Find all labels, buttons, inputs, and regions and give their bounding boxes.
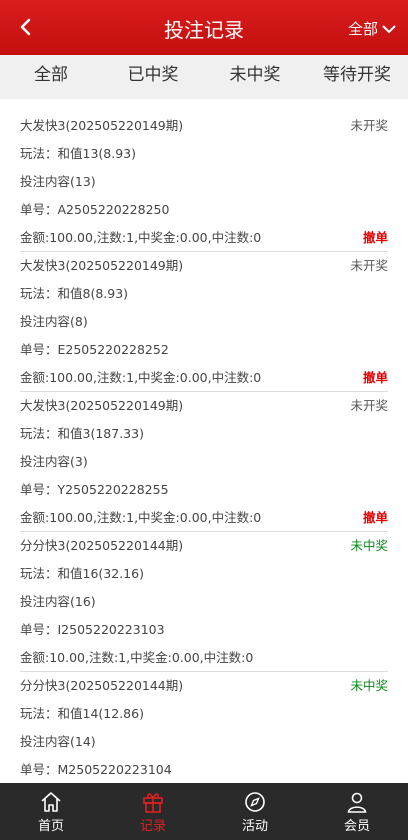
tab-won[interactable]: 已中奖 bbox=[102, 55, 204, 99]
order-number: 单号：A2505220228250 bbox=[20, 202, 170, 217]
compass-icon bbox=[245, 792, 265, 812]
game-period: 分分快3(202505220144期) bbox=[20, 678, 184, 693]
status-badge: 未中奖 bbox=[350, 678, 388, 693]
game-period: 大发快3(202505220149期) bbox=[20, 398, 184, 413]
order-number: 单号：M2505220223104 bbox=[20, 762, 172, 777]
status-badge: 未中奖 bbox=[350, 538, 388, 553]
bet-content: 投注内容(8) bbox=[20, 314, 88, 329]
bet-record[interactable]: 大发快3(202505220149期) 未开奖 玩法：和值8(8.93) 投注内容… bbox=[0, 252, 408, 392]
order-number: 单号：E2505220228252 bbox=[20, 342, 169, 357]
bet-content: 投注内容(3) bbox=[20, 454, 88, 469]
amount-summary: 金额:100.00,注数:1,中奖金:0.00,中注数:0 bbox=[20, 370, 262, 385]
bet-record[interactable]: 分分快3(202505220144期) 未中奖 玩法：和值16(32.16) 投注… bbox=[0, 532, 408, 672]
nav-records[interactable]: 记录 bbox=[102, 783, 204, 840]
bet-record[interactable]: 大发快3(202505220149期) 未开奖 玩法：和值13(8.93) 投注内… bbox=[0, 112, 408, 252]
bet-content: 投注内容(14) bbox=[20, 734, 96, 749]
chevron-down-icon bbox=[382, 24, 396, 33]
play-type: 玩法：和值16(32.16) bbox=[20, 566, 144, 581]
nav-activity[interactable]: 活动 bbox=[204, 783, 306, 840]
status-tabs: 全部 已中奖 未中奖 等待开奖 bbox=[0, 55, 408, 99]
game-period: 大发快3(202505220149期) bbox=[20, 118, 184, 133]
nav-home[interactable]: 首页 bbox=[0, 783, 102, 840]
tab-lost[interactable]: 未中奖 bbox=[204, 55, 306, 99]
bet-record[interactable]: 分分快3(202505220144期) 未中奖 玩法：和值14(12.86) 投注… bbox=[0, 672, 408, 784]
nav-member[interactable]: 会员 bbox=[306, 783, 408, 840]
nav-member-label: 会员 bbox=[343, 819, 370, 834]
header-bar: 投注记录 全部 bbox=[0, 0, 408, 55]
amount-summary: 金额:10.00,注数:1,中奖金:0.00,中注数:0 bbox=[20, 650, 254, 665]
nav-activity-label: 活动 bbox=[241, 819, 268, 834]
play-type: 玩法：和值3(187.33) bbox=[20, 426, 144, 441]
nav-records-label: 记录 bbox=[139, 819, 166, 834]
cancel-bet-button[interactable]: 撤单 bbox=[363, 364, 388, 391]
user-icon bbox=[347, 792, 367, 813]
amount-summary: 金额:100.00,注数:1,中奖金:0.00,中注数:0 bbox=[20, 510, 262, 525]
play-type: 玩法：和值14(12.86) bbox=[20, 706, 144, 721]
page-title: 投注记录 bbox=[164, 18, 244, 42]
nav-home-label: 首页 bbox=[37, 819, 64, 834]
bet-record[interactable]: 大发快3(202505220149期) 未开奖 玩法：和值3(187.33) 投注… bbox=[0, 392, 408, 532]
play-type: 玩法：和值13(8.93) bbox=[20, 146, 136, 161]
game-period: 大发快3(202505220149期) bbox=[20, 258, 184, 273]
bet-content: 投注内容(13) bbox=[20, 174, 96, 189]
status-badge: 未开奖 bbox=[350, 398, 388, 413]
filter-label: 全部 bbox=[347, 20, 378, 38]
cancel-bet-button[interactable]: 撤单 bbox=[363, 504, 388, 531]
bet-content: 投注内容(16) bbox=[20, 594, 96, 609]
status-badge: 未开奖 bbox=[350, 258, 388, 273]
bottom-nav: 首页 记录 活动 会员 bbox=[0, 783, 408, 840]
status-badge: 未开奖 bbox=[350, 118, 388, 133]
order-number: 单号：Y2505220228255 bbox=[20, 482, 169, 497]
tab-all[interactable]: 全部 bbox=[0, 55, 102, 99]
gift-icon bbox=[143, 793, 163, 813]
home-icon bbox=[41, 792, 61, 812]
order-number: 单号：I2505220223103 bbox=[20, 622, 165, 637]
play-type: 玩法：和值8(8.93) bbox=[20, 286, 129, 301]
game-period: 分分快3(202505220144期) bbox=[20, 538, 184, 553]
filter-dropdown[interactable]: 全部 bbox=[348, 18, 396, 39]
tab-pending[interactable]: 等待开奖 bbox=[306, 55, 408, 99]
amount-summary: 金额:100.00,注数:1,中奖金:0.00,中注数:0 bbox=[20, 230, 262, 245]
cancel-bet-button[interactable]: 撤单 bbox=[363, 224, 388, 251]
bet-record-list: 大发快3(202505220149期) 未开奖 玩法：和值13(8.93) 投注内… bbox=[0, 112, 408, 784]
